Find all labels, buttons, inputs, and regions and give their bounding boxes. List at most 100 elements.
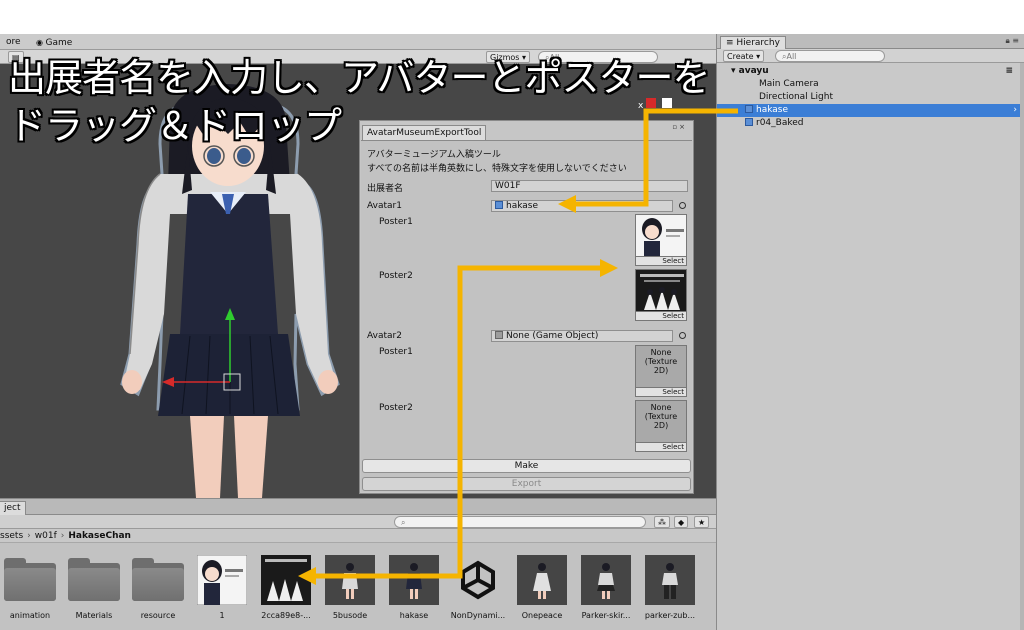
asset-item-hakase[interactable]: hakase xyxy=(384,551,444,627)
hierarchy-scrollbar[interactable] xyxy=(1020,63,1024,630)
unity-editor: ore ◉ Game ▤ Gizmos ▾ ⌕All x AvatarMuseu… xyxy=(0,0,1024,630)
asset-item-2cca89e8[interactable]: 2cca89e8-... xyxy=(256,551,316,627)
tutorial-caption: 出展者名を入力し、アバターとポスターを ドラッグ＆ドロップ xyxy=(8,54,710,150)
create-dropdown[interactable]: Create ▾ xyxy=(723,50,765,62)
asset-label: Materials xyxy=(75,611,113,620)
hierarchy-item-hakase[interactable]: hakase › xyxy=(717,104,1021,117)
tab-store[interactable]: ore xyxy=(0,35,27,50)
scene-root-row[interactable]: ▾ avayu ≡ xyxy=(717,65,1021,78)
breadcrumb-separator-icon: › xyxy=(60,531,65,541)
asset-label: 1 xyxy=(219,611,225,620)
avatar2-poster1-none-text: None (Texture 2D) xyxy=(644,348,678,375)
avatar1-poster1-texture-field[interactable]: Select xyxy=(635,214,687,266)
poster2-thumbnail-image xyxy=(636,270,686,314)
tab-hierarchy-label: Hierarchy xyxy=(736,38,780,48)
breadcrumb-w01f[interactable]: w01f xyxy=(35,531,57,541)
asset-label: parker-zub... xyxy=(644,611,696,620)
asset-item-onepeace[interactable]: Onepeace xyxy=(512,551,572,627)
asset-item-parker-zubon[interactable]: parker-zub... xyxy=(640,551,700,627)
poster1-thumbnail-image xyxy=(636,215,686,259)
avatar1-poster1-label: Poster1 xyxy=(379,217,413,227)
model-thumbnail xyxy=(517,555,567,605)
tool-note: すべての名前は半角英数にし、特殊文字を使用しないでください xyxy=(367,164,627,174)
exhibitor-name-label: 出展者名 xyxy=(367,184,404,194)
prefab-icon xyxy=(745,118,753,126)
hierarchy-item-directional-light[interactable]: Directional Light xyxy=(717,91,1021,104)
avatar1-poster1-select-button[interactable]: Select xyxy=(636,256,686,265)
avatar2-poster2-none-text: None (Texture 2D) xyxy=(644,403,678,430)
texture-thumbnail-1 xyxy=(197,555,247,605)
asset-item-materials[interactable]: Materials xyxy=(64,551,124,627)
project-tabbar: ject xyxy=(0,499,716,515)
avatar2-poster2-label: Poster2 xyxy=(379,403,413,413)
asset-label: 2cca89e8-... xyxy=(261,611,311,620)
game-icon: ◉ xyxy=(36,38,46,47)
asset-item-1[interactable]: 1 xyxy=(192,551,252,627)
asset-item-animation[interactable]: animation xyxy=(0,551,60,627)
tab-game[interactable]: ◉ Game xyxy=(30,35,78,50)
avatar2-label: Avatar2 xyxy=(367,331,402,341)
tab-project[interactable]: ject xyxy=(0,501,26,515)
avatar2-object-picker-icon[interactable] xyxy=(679,332,686,339)
model-thumbnail xyxy=(645,555,695,605)
asset-label: 5busode xyxy=(332,611,368,620)
filter-by-label-icon[interactable]: ◆ xyxy=(674,516,689,528)
folder-icon xyxy=(4,558,56,601)
avatar2-poster2-select-button[interactable]: Select xyxy=(636,442,686,451)
avatar1-object-field[interactable]: hakase xyxy=(491,200,673,212)
prefab-icon xyxy=(745,105,753,113)
model-thumbnail xyxy=(581,555,631,605)
avatar1-label: Avatar1 xyxy=(367,201,402,211)
folder-icon xyxy=(68,558,120,601)
chevron-right-icon[interactable]: › xyxy=(1013,104,1017,117)
exhibitor-name-input[interactable]: W01F xyxy=(491,180,688,192)
avatar1-poster2-label: Poster2 xyxy=(379,271,413,281)
make-button[interactable]: Make xyxy=(362,459,691,473)
avatar2-poster1-texture-field[interactable]: None (Texture 2D) Select xyxy=(635,345,687,397)
avatar1-poster2-select-button[interactable]: Select xyxy=(636,311,686,320)
favorite-star-icon[interactable]: ★ xyxy=(694,516,710,528)
scene-tabbar: ore ◉ Game xyxy=(0,34,716,50)
scene-root-name: avayu xyxy=(738,66,769,76)
caption-line-1: 出展者名を入力し、アバターとポスターを xyxy=(8,56,710,100)
hierarchy-tabbar: ≡ Hierarchy 🔒︎ ≡ xyxy=(717,34,1024,49)
project-search-input[interactable]: ⌕ xyxy=(394,516,646,528)
tab-hierarchy[interactable]: ≡ Hierarchy xyxy=(720,36,786,49)
asset-item-5busode[interactable]: 5busode xyxy=(320,551,380,627)
caption-line-2: ドラッグ＆ドロップ xyxy=(8,104,342,148)
scene-menu-icon[interactable]: ≡ xyxy=(1005,65,1013,78)
hierarchy-item-main-camera[interactable]: Main Camera xyxy=(717,78,1021,91)
hierarchy-search-placeholder: All xyxy=(786,52,797,61)
hierarchy-item-r04-baked[interactable]: r04_Baked xyxy=(717,117,1021,130)
asset-item-resource[interactable]: resource xyxy=(128,551,188,627)
hierarchy-panel: ≡ Hierarchy 🔒︎ ≡ Create ▾ ⌕All ▾ avayu ≡ … xyxy=(716,34,1024,630)
project-toolbar: ⌕ ⁂ ◆ ★ xyxy=(0,515,716,529)
filter-by-type-icon[interactable]: ⁂ xyxy=(654,516,670,528)
avatar1-poster2-texture-field[interactable]: Select xyxy=(635,269,687,321)
avatar-museum-export-tool-window: AvatarMuseumExportTool ▫× アバターミュージアム入稿ツー… xyxy=(359,120,694,494)
model-thumbnail xyxy=(325,555,375,605)
asset-item-nondynamic[interactable]: NonDynami... xyxy=(448,551,508,627)
hierarchy-toolbar: Create ▾ ⌕All xyxy=(717,49,1024,63)
avatar1-object-picker-icon[interactable] xyxy=(679,202,686,209)
top-band xyxy=(0,0,1024,34)
breadcrumb-assets[interactable]: ssets xyxy=(0,531,23,541)
expand-arrow-icon: ▾ xyxy=(731,66,739,76)
export-button[interactable]: Export xyxy=(362,477,691,491)
avatar2-poster2-texture-field[interactable]: None (Texture 2D) Select xyxy=(635,400,687,452)
tool-window-body: アバターミュージアム入稿ツール すべての名前は半角英数にし、特殊文字を使用しない… xyxy=(361,140,692,492)
asset-item-parker-skirt[interactable]: Parker-skir... xyxy=(576,551,636,627)
asset-label: resource xyxy=(140,611,176,620)
avatar2-poster1-select-button[interactable]: Select xyxy=(636,387,686,396)
hierarchy-item-hakase-label: hakase xyxy=(756,105,789,115)
asset-label: animation xyxy=(9,611,51,620)
asset-label: Onepeace xyxy=(521,611,563,620)
asset-label: hakase xyxy=(399,611,429,620)
gameobject-icon xyxy=(495,201,503,209)
hierarchy-search-input[interactable]: ⌕All xyxy=(775,50,885,62)
hierarchy-item-r04-baked-label: r04_Baked xyxy=(756,118,804,128)
lock-icon[interactable]: 🔒︎ ≡ xyxy=(1005,36,1019,46)
avatar2-object-field[interactable]: None (Game Object) xyxy=(491,330,673,342)
tab-game-label: Game xyxy=(45,38,73,48)
breadcrumb-hakasechan[interactable]: HakaseChan xyxy=(68,531,131,541)
